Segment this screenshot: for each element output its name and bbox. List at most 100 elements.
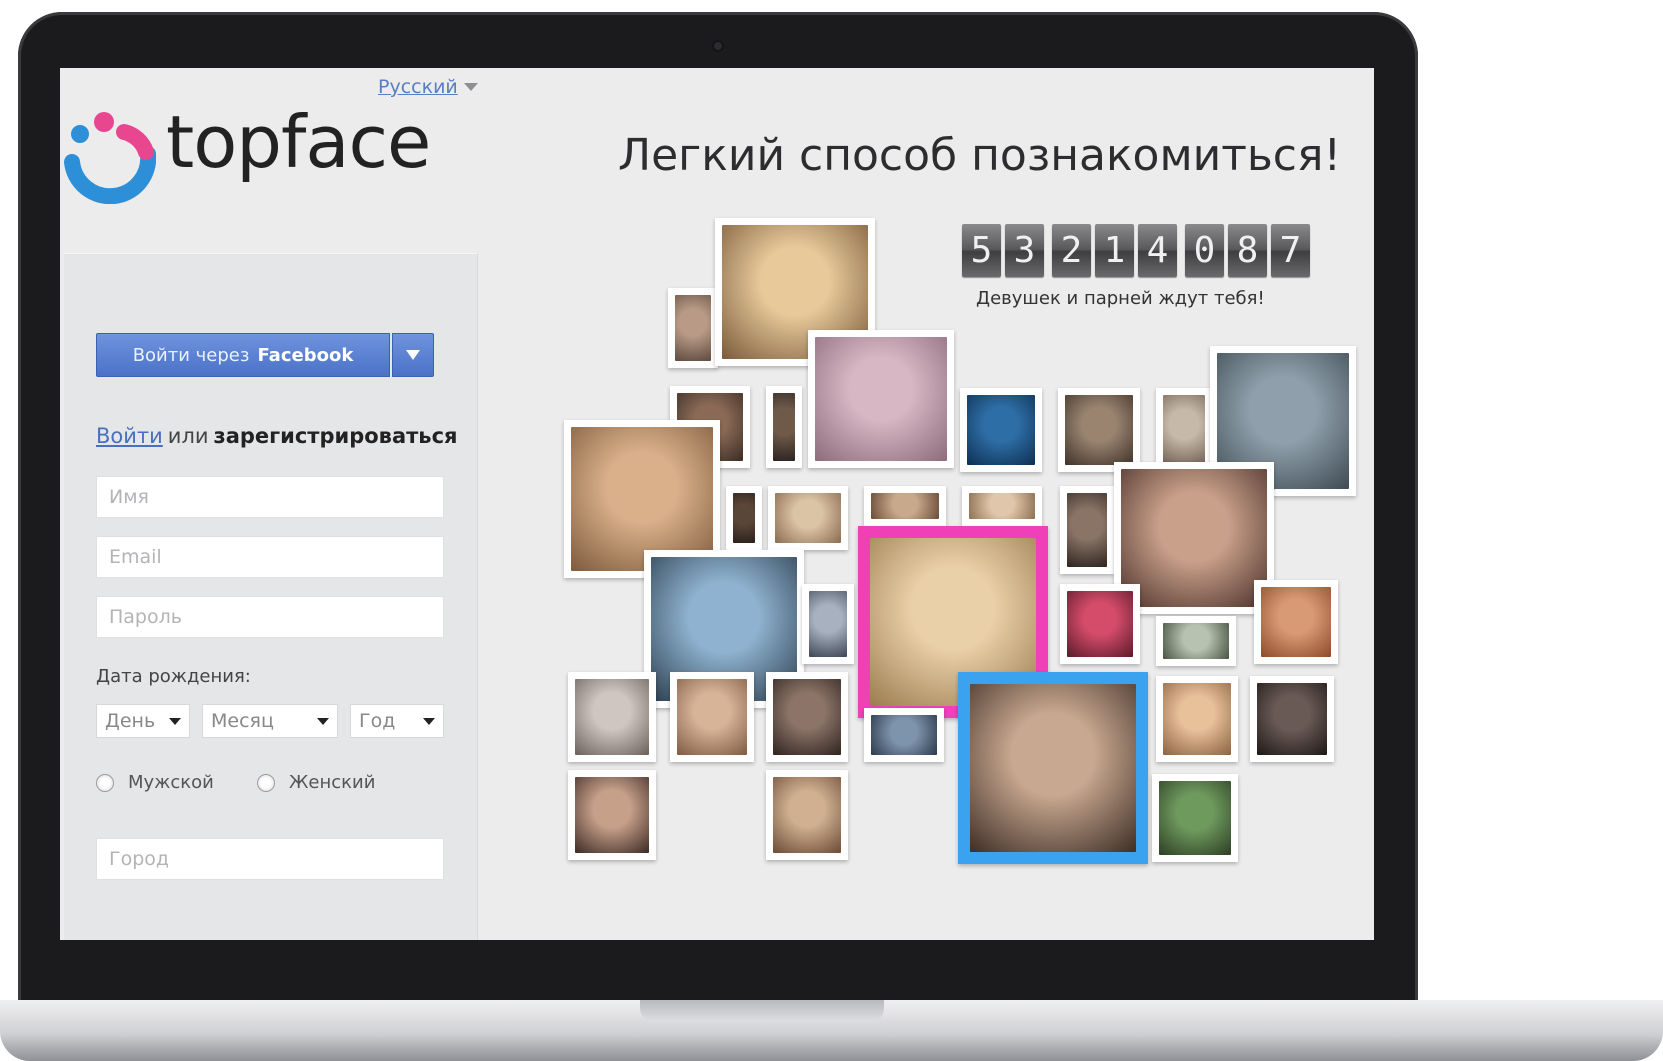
- counter-digit: 7: [1271, 224, 1310, 277]
- year-select[interactable]: Год: [350, 704, 444, 738]
- photo-image: [773, 777, 841, 853]
- profile-photo[interactable]: [1156, 388, 1212, 472]
- profile-photo[interactable]: [808, 330, 954, 468]
- caret-down-icon: [406, 350, 420, 360]
- profile-photo[interactable]: [568, 770, 656, 860]
- name-input[interactable]: Имя: [96, 476, 444, 518]
- laptop-notch: [640, 1000, 884, 1022]
- photo-image: [815, 337, 947, 461]
- photo-image: [1065, 395, 1133, 465]
- profile-photo[interactable]: [864, 708, 944, 762]
- gender-male-label: Мужской: [128, 772, 214, 793]
- photo-image: [970, 684, 1136, 852]
- photo-image: [871, 715, 937, 755]
- photo-image: [871, 493, 939, 519]
- photo-image: [1121, 469, 1267, 607]
- photo-image: [773, 679, 841, 755]
- gender-female-radio[interactable]: Женский: [257, 772, 375, 793]
- profile-photo[interactable]: [766, 386, 802, 468]
- login-link[interactable]: Войти: [96, 424, 163, 448]
- hero-headline: Легкий способ познакомиться!: [618, 130, 1342, 181]
- counter-digit: 5: [962, 224, 1001, 277]
- laptop-mockup: Русский topface Войти через Facebook Вой…: [0, 0, 1663, 1061]
- profile-photo[interactable]: [1060, 486, 1114, 574]
- profile-photo[interactable]: [960, 388, 1042, 472]
- photo-image: [969, 493, 1035, 519]
- user-counter: 5 3 2 1 4 0 8 7: [962, 224, 1310, 277]
- profile-photo[interactable]: [1254, 580, 1338, 664]
- month-select-value: Месяц: [211, 710, 274, 732]
- profile-photo[interactable]: [1156, 616, 1236, 666]
- month-select[interactable]: Месяц: [202, 704, 338, 738]
- photo-image: [1067, 493, 1107, 567]
- photo-image: [675, 295, 711, 361]
- dob-label: Дата рождения:: [96, 666, 251, 687]
- photo-image: [967, 395, 1035, 465]
- counter-digit: 1: [1095, 224, 1134, 277]
- camera-icon: [712, 40, 724, 52]
- photo-image: [1261, 587, 1331, 657]
- facebook-login-button[interactable]: Войти через Facebook: [96, 333, 390, 377]
- photo-image: [773, 393, 795, 461]
- gender-male-radio[interactable]: Мужской: [96, 772, 214, 793]
- caret-down-icon: [317, 717, 329, 725]
- language-selector[interactable]: Русский: [378, 76, 478, 98]
- caret-down-icon: [169, 717, 181, 725]
- profile-photo[interactable]: [802, 584, 854, 664]
- photo-image: [575, 679, 649, 755]
- or-text: или: [167, 424, 209, 448]
- profile-photo[interactable]: [1250, 676, 1334, 762]
- radio-circle-icon: [96, 773, 114, 792]
- day-select-value: День: [105, 710, 156, 732]
- photo-image: [809, 591, 847, 657]
- facebook-dropdown-button[interactable]: [392, 333, 434, 377]
- profile-photo[interactable]: [1060, 584, 1140, 664]
- topface-logo[interactable]: topface: [64, 100, 484, 204]
- photo-image: [1163, 395, 1205, 465]
- email-input[interactable]: Email: [96, 536, 444, 578]
- photo-image: [733, 493, 755, 543]
- register-text[interactable]: зарегистрироваться: [214, 424, 458, 448]
- profile-photo[interactable]: [962, 486, 1042, 526]
- photo-image: [1257, 683, 1327, 755]
- photo-image: [575, 777, 649, 853]
- profile-photo[interactable]: [1152, 774, 1238, 862]
- facebook-brand-label: Facebook: [257, 344, 354, 366]
- facebook-login-prefix: Войти через: [132, 344, 250, 366]
- counter-digit: 4: [1138, 224, 1177, 277]
- profile-photo[interactable]: [670, 672, 754, 762]
- photo-image: [1163, 623, 1229, 659]
- photo-image: [1163, 683, 1231, 755]
- chevron-down-icon: [463, 83, 478, 91]
- profile-photo[interactable]: [726, 486, 762, 550]
- photo-image: [677, 679, 747, 755]
- profile-photo[interactable]: [668, 288, 718, 368]
- caret-down-icon: [423, 717, 435, 725]
- photo-image: [1159, 781, 1231, 855]
- counter-digit: 3: [1005, 224, 1044, 277]
- city-input[interactable]: Город: [96, 838, 444, 880]
- language-label: Русский: [378, 76, 458, 98]
- gender-female-label: Женский: [289, 772, 376, 793]
- brand-name: topface: [166, 100, 431, 184]
- profile-photo[interactable]: [768, 486, 848, 550]
- radio-circle-icon: [257, 773, 275, 792]
- counter-digit: 8: [1228, 224, 1267, 277]
- featured-profile-photo[interactable]: [958, 672, 1148, 864]
- profile-photo[interactable]: [766, 672, 848, 762]
- profile-photo[interactable]: [1156, 676, 1238, 762]
- smile-logo-icon: [64, 112, 156, 204]
- year-select-value: Год: [359, 710, 396, 732]
- login-register-line: Войти или зарегистрироваться: [96, 424, 458, 448]
- password-input[interactable]: Пароль: [96, 596, 444, 638]
- profile-photo[interactable]: [766, 770, 848, 860]
- profile-photo[interactable]: [568, 672, 656, 762]
- day-select[interactable]: День: [96, 704, 190, 738]
- screen: Русский topface Войти через Facebook Вой…: [60, 68, 1374, 940]
- counter-caption: Девушек и парней ждут тебя!: [976, 288, 1265, 309]
- profile-photo[interactable]: [864, 486, 946, 526]
- photo-image: [1067, 591, 1133, 657]
- photo-image: [775, 493, 841, 543]
- counter-digit: 0: [1185, 224, 1224, 277]
- profile-photo[interactable]: [1058, 388, 1140, 472]
